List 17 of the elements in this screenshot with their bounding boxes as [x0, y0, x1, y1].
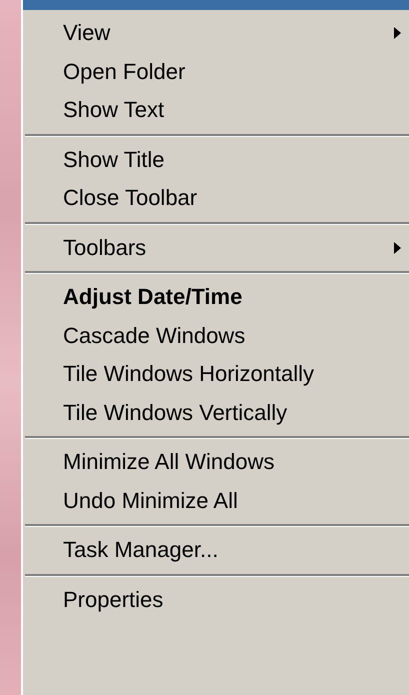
menu-item[interactable]: Adjust Date/Time — [23, 278, 409, 316]
menu-item[interactable]: Properties — [23, 580, 409, 619]
menu-item[interactable]: Tile Windows Horizontally — [23, 355, 409, 394]
menu-item[interactable]: Show Title — [23, 140, 409, 179]
menu-item[interactable]: Undo Minimize All — [23, 482, 409, 520]
menu-item[interactable]: Tile Windows Vertically — [23, 394, 409, 432]
menu-item[interactable]: Open Folder — [23, 52, 409, 91]
menu-item[interactable]: Task Manager... — [23, 531, 409, 570]
menu-item[interactable]: Toolbars — [23, 228, 409, 267]
menu-item[interactable]: View — [23, 14, 409, 52]
highlighted-menu-item[interactable] — [23, 0, 409, 10]
menu-item[interactable]: Close Toolbar — [23, 179, 409, 218]
menu-item[interactable]: Cascade Windows — [23, 316, 409, 355]
submenu-arrow-icon — [394, 27, 401, 40]
menu-item[interactable]: Show Text — [23, 91, 409, 130]
submenu-arrow-icon — [394, 242, 401, 254]
menu-item[interactable]: Minimize All Windows — [23, 443, 409, 482]
